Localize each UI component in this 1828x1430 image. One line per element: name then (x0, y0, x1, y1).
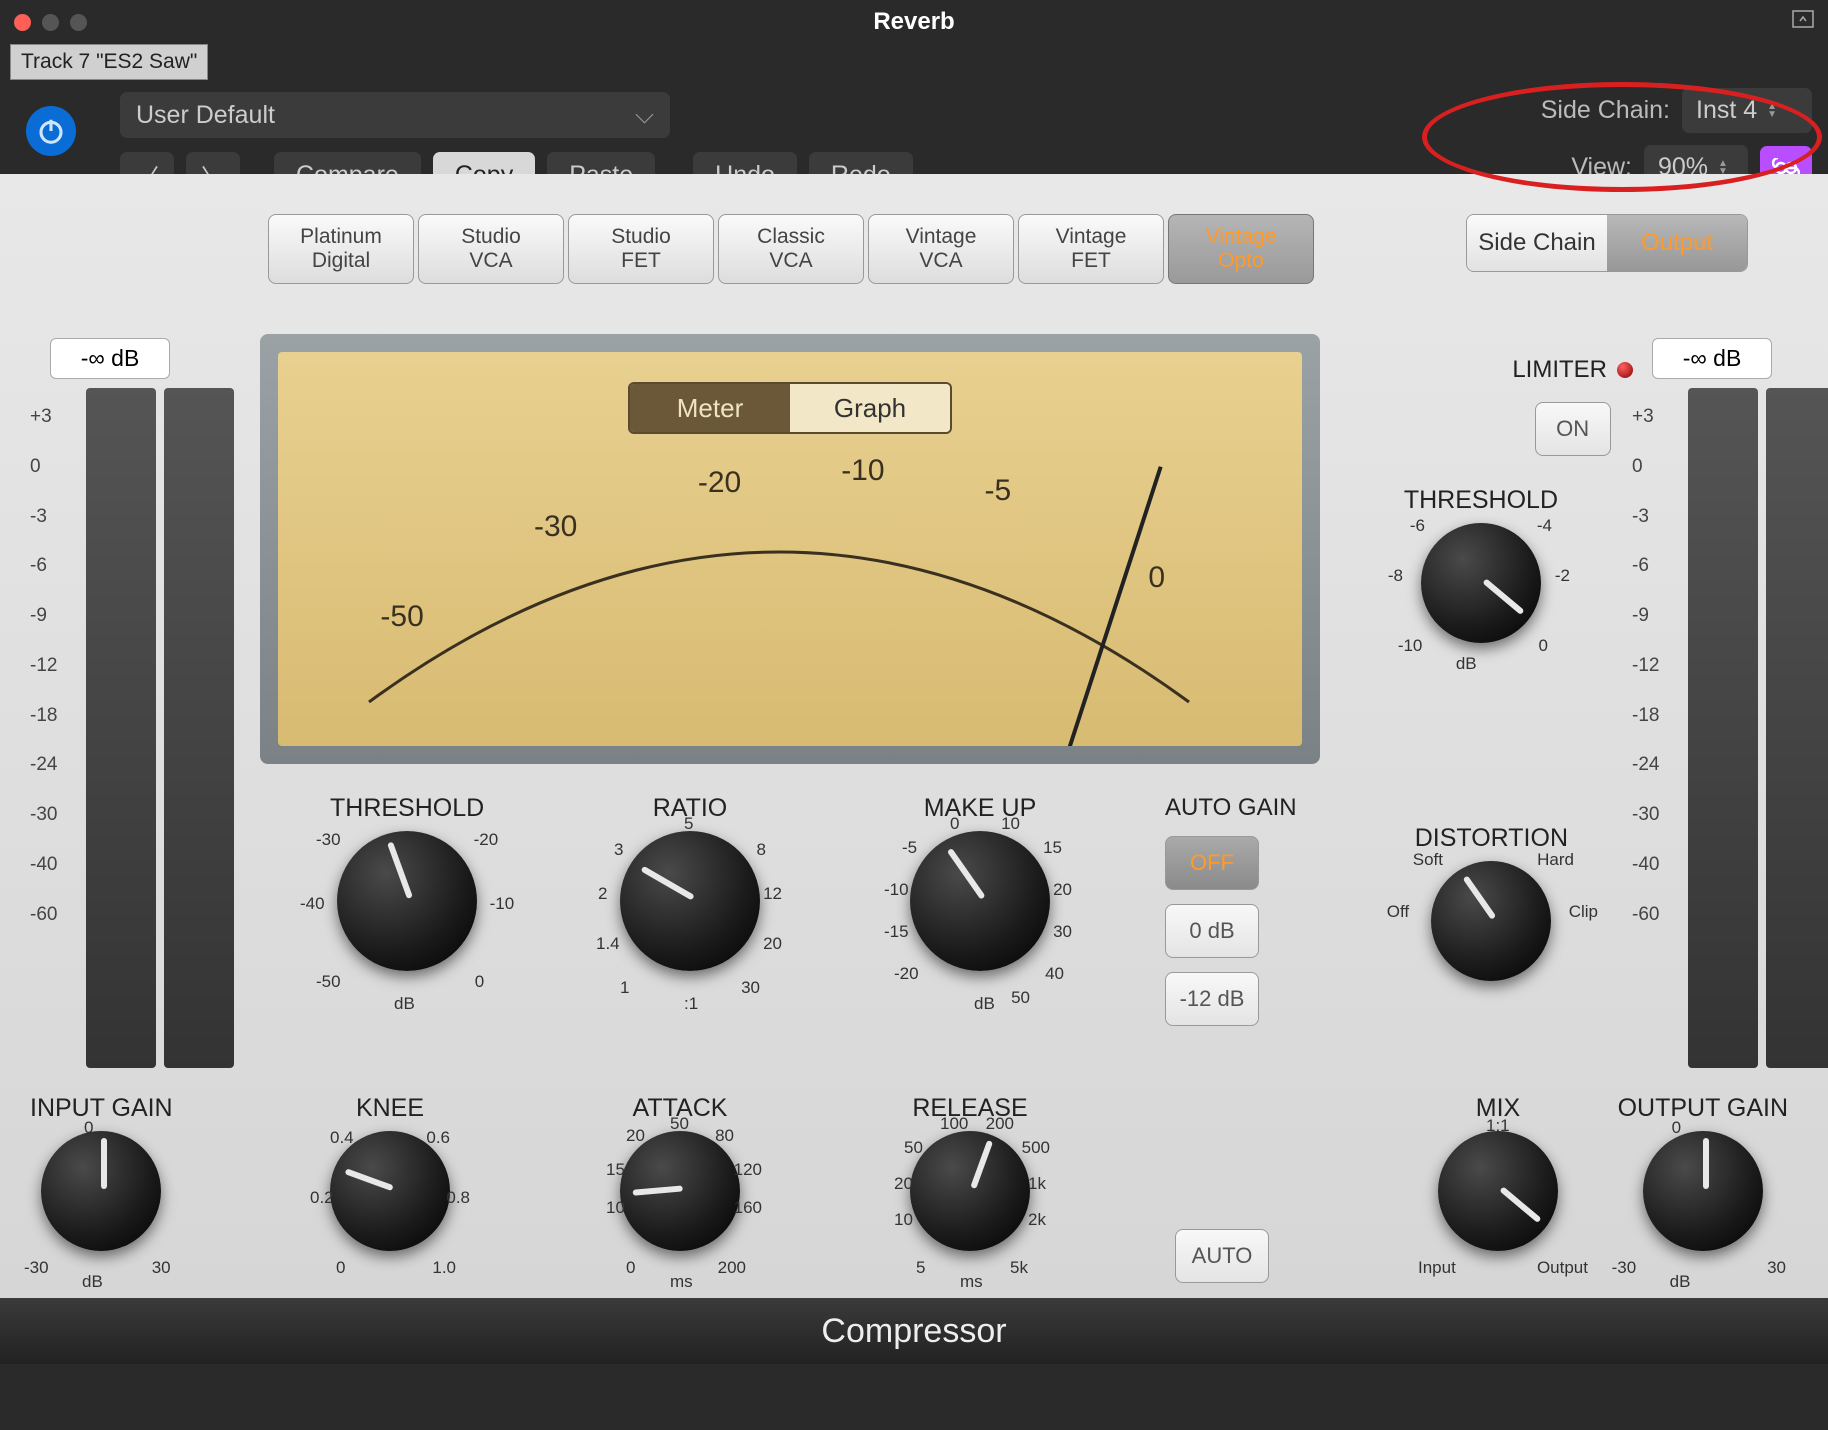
meter-mode[interactable]: Meter (630, 384, 790, 432)
auto-gain-0db[interactable]: 0 dB (1165, 904, 1259, 958)
limiter-on-button[interactable]: ON (1535, 402, 1611, 456)
knee-knob[interactable] (330, 1131, 450, 1251)
threshold-label: THRESHOLD (330, 794, 484, 823)
chevron-down-icon: ⌵ (635, 101, 654, 130)
tab-classic-vca[interactable]: ClassicVCA (718, 214, 864, 284)
knee-label: KNEE (330, 1094, 450, 1123)
updown-icon: ▲▼ (1767, 103, 1777, 119)
makeup-knob[interactable] (910, 831, 1050, 971)
distortion-label: DISTORTION (1415, 824, 1568, 853)
tab-vintage-opto[interactable]: VintageOpto (1168, 214, 1314, 284)
output-gain-label: OUTPUT GAIN (1618, 1094, 1788, 1123)
output-sidechain-toggle: Side Chain Output (1466, 214, 1748, 272)
input-meter-r (164, 388, 234, 1068)
window-title: Reverb (873, 8, 954, 36)
makeup-label: MAKE UP (910, 794, 1050, 823)
zoom-traffic-light[interactable] (70, 14, 87, 31)
tab-studio-vca[interactable]: StudioVCA (418, 214, 564, 284)
sidechain-dropdown[interactable]: Inst 4 ▲▼ (1682, 88, 1812, 133)
power-button[interactable] (26, 106, 76, 156)
preset-dropdown[interactable]: User Default ⌵ (120, 92, 670, 138)
output-level-readout: -∞ dB (1652, 338, 1772, 379)
tab-platinum-digital[interactable]: PlatinumDigital (268, 214, 414, 284)
sidechain-label: Side Chain: (1541, 96, 1670, 125)
input-gain-knob[interactable] (41, 1131, 161, 1251)
output-meter-r (1766, 388, 1828, 1068)
output-meter (1688, 388, 1758, 1068)
graph-mode[interactable]: Graph (790, 384, 950, 432)
distortion-knob[interactable] (1431, 861, 1551, 981)
track-tooltip: Track 7 "ES2 Saw" (10, 44, 208, 80)
output-gain-knob[interactable] (1643, 1131, 1763, 1251)
toggle-output[interactable]: Output (1607, 215, 1747, 271)
tab-studio-fet[interactable]: StudioFET (568, 214, 714, 284)
auto-gain-neg12[interactable]: -12 dB (1165, 972, 1259, 1026)
minimize-traffic-light[interactable] (42, 14, 59, 31)
auto-gain-section: AUTO GAIN OFF 0 dB -12 dB (1165, 794, 1297, 1040)
ratio-knob[interactable] (620, 831, 760, 971)
model-tabs: PlatinumDigital StudioVCA StudioFET Clas… (268, 214, 1314, 284)
limiter-threshold-label: THRESHOLD (1404, 486, 1558, 515)
tab-vintage-fet[interactable]: VintageFET (1018, 214, 1164, 284)
plugin-name: Compressor (0, 1298, 1828, 1364)
toggle-sidechain[interactable]: Side Chain (1467, 215, 1607, 271)
limiter-threshold-knob[interactable] (1421, 523, 1541, 643)
input-gain-label: INPUT GAIN (30, 1094, 173, 1123)
fullscreen-icon[interactable] (1792, 10, 1814, 33)
limiter-label: LIMITER (1512, 356, 1607, 384)
release-knob[interactable] (910, 1131, 1030, 1251)
vu-meter-box: Meter Graph -50 -30 -20 -10 -5 0 (260, 334, 1320, 764)
mix-knob[interactable] (1438, 1131, 1558, 1251)
input-scale: +30-3-6-9-12-18-24-30-40-60 (30, 392, 57, 939)
auto-gain-off[interactable]: OFF (1165, 836, 1259, 890)
vu-arc (329, 462, 1229, 722)
tab-vintage-vca[interactable]: VintageVCA (868, 214, 1014, 284)
attack-knob[interactable] (620, 1131, 740, 1251)
output-scale: +30-3-6-9-12-18-24-30-40-60 (1632, 392, 1659, 939)
close-traffic-light[interactable] (14, 14, 31, 31)
threshold-knob[interactable] (337, 831, 477, 971)
preset-name: User Default (136, 101, 275, 130)
input-meter (86, 388, 156, 1068)
input-level-readout: -∞ dB (50, 338, 170, 379)
auto-gain-label: AUTO GAIN (1165, 794, 1297, 822)
release-auto-button[interactable]: AUTO (1175, 1229, 1269, 1283)
limiter-led-icon (1617, 362, 1633, 378)
meter-graph-toggle: Meter Graph (628, 382, 952, 434)
